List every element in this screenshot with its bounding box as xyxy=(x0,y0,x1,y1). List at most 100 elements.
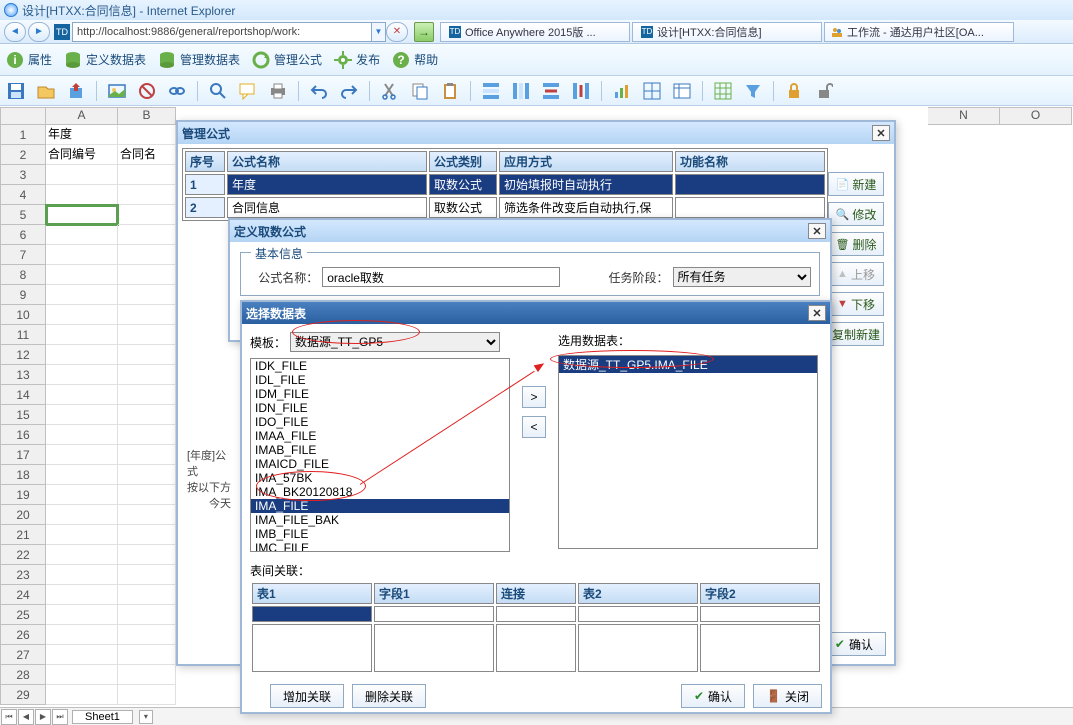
row-header[interactable]: 16 xyxy=(0,425,46,445)
copy-icon[interactable] xyxy=(410,81,430,101)
menu-define-table[interactable]: 定义数据表 xyxy=(64,51,146,69)
close-icon[interactable]: ✕ xyxy=(872,125,890,141)
cell[interactable] xyxy=(46,225,118,245)
cell[interactable] xyxy=(118,245,176,265)
cell[interactable] xyxy=(46,325,118,345)
back-button[interactable]: ◄ xyxy=(4,22,26,42)
list-item[interactable]: IMAA_FILE xyxy=(251,429,509,443)
browser-tab-0[interactable]: TDOffice Anywhere 2015版 ... xyxy=(440,22,630,42)
cell[interactable] xyxy=(118,125,176,145)
url-input[interactable] xyxy=(72,22,372,42)
cell[interactable] xyxy=(118,225,176,245)
cell[interactable] xyxy=(46,585,118,605)
row-header[interactable]: 28 xyxy=(0,665,46,685)
search-icon[interactable] xyxy=(208,81,228,101)
col-header-N[interactable]: N xyxy=(928,107,1000,125)
relation-grid[interactable]: 表1 字段1 连接 表2 字段2 xyxy=(250,581,822,674)
cell[interactable] xyxy=(46,685,118,705)
cell[interactable] xyxy=(118,585,176,605)
row-header[interactable]: 10 xyxy=(0,305,46,325)
cell[interactable] xyxy=(46,625,118,645)
cell[interactable] xyxy=(118,325,176,345)
cell[interactable]: 合同名 xyxy=(118,145,176,165)
filter-icon[interactable] xyxy=(743,81,763,101)
available-tables-list[interactable]: IDK_FILEIDL_FILEIDM_FILEIDN_FILEIDO_FILE… xyxy=(250,358,510,552)
cell[interactable] xyxy=(46,525,118,545)
list-item[interactable]: IMAICD_FILE xyxy=(251,457,509,471)
browser-tab-1[interactable]: TD设计[HTXX:合同信息] xyxy=(632,22,822,42)
row-header[interactable]: 27 xyxy=(0,645,46,665)
row-header[interactable]: 6 xyxy=(0,225,46,245)
list-item[interactable]: IMC_FILE xyxy=(251,541,509,552)
cell[interactable] xyxy=(46,185,118,205)
row-header[interactable]: 13 xyxy=(0,365,46,385)
cell[interactable] xyxy=(46,645,118,665)
sheet-nav-first[interactable]: ⏮ xyxy=(1,709,17,725)
list-item[interactable]: IMA_FILE_BAK xyxy=(251,513,509,527)
cell[interactable] xyxy=(46,365,118,385)
cell[interactable] xyxy=(118,465,176,485)
paste-icon[interactable] xyxy=(440,81,460,101)
cell[interactable] xyxy=(46,285,118,305)
browser-tab-2[interactable]: 工作流 - 通达用户社区[OA... xyxy=(824,22,1014,42)
cell[interactable] xyxy=(46,465,118,485)
dialog-titlebar[interactable]: 管理公式 ✕ xyxy=(178,122,894,144)
row-header[interactable]: 8 xyxy=(0,265,46,285)
row-header[interactable]: 12 xyxy=(0,345,46,365)
sheet-tab-menu[interactable]: ▾ xyxy=(139,710,153,724)
menu-properties[interactable]: i属性 xyxy=(6,51,52,69)
dialog-titlebar[interactable]: 选择数据表 ✕ xyxy=(242,302,830,324)
sheet-nav-next[interactable]: ▶ xyxy=(35,709,51,725)
formula-name-input[interactable] xyxy=(322,267,559,287)
row-header[interactable]: 14 xyxy=(0,385,46,405)
cell[interactable] xyxy=(118,625,176,645)
grid-row[interactable]: 1 年度 取数公式 初始填报时自动执行 xyxy=(185,174,825,195)
row-header[interactable]: 15 xyxy=(0,405,46,425)
moveup-button[interactable]: ▲上移 xyxy=(828,262,884,286)
cell[interactable] xyxy=(46,545,118,565)
cell[interactable]: 合同编号 xyxy=(46,145,118,165)
relation-row[interactable] xyxy=(252,624,820,672)
row-header[interactable]: 2 xyxy=(0,145,46,165)
cell[interactable] xyxy=(118,385,176,405)
delete-button[interactable]: 🗑删除 xyxy=(828,232,884,256)
redo-icon[interactable] xyxy=(339,81,359,101)
url-dropdown[interactable]: ▼ xyxy=(372,22,386,42)
list-item[interactable]: IMA_BK20120818 xyxy=(251,485,509,499)
cell[interactable] xyxy=(118,205,176,225)
cell[interactable] xyxy=(118,445,176,465)
template-select[interactable]: 数据源_TT_GP5 xyxy=(290,332,500,352)
cell[interactable] xyxy=(118,285,176,305)
cell[interactable] xyxy=(118,645,176,665)
col-header-A[interactable]: A xyxy=(46,107,118,125)
list-item[interactable]: IMB_FILE xyxy=(251,527,509,541)
col-header-B[interactable]: B xyxy=(118,107,176,125)
row-header[interactable]: 4 xyxy=(0,185,46,205)
cell[interactable] xyxy=(118,525,176,545)
list-item[interactable]: IMAB_FILE xyxy=(251,443,509,457)
cell[interactable] xyxy=(118,505,176,525)
insert-col-icon[interactable] xyxy=(511,81,531,101)
cell[interactable] xyxy=(46,485,118,505)
row-header[interactable]: 24 xyxy=(0,585,46,605)
row-header[interactable]: 20 xyxy=(0,505,46,525)
cell[interactable] xyxy=(118,365,176,385)
row-header[interactable]: 26 xyxy=(0,625,46,645)
unlock-icon[interactable] xyxy=(814,81,834,101)
grid-row[interactable]: 2 合同信息 取数公式 筛选条件改变后自动执行,保 xyxy=(185,197,825,218)
row-header[interactable]: 1 xyxy=(0,125,46,145)
cell[interactable] xyxy=(46,405,118,425)
delete-col-icon[interactable] xyxy=(571,81,591,101)
close-button[interactable]: 🚪关闭 xyxy=(753,684,822,708)
comment-icon[interactable] xyxy=(238,81,258,101)
image-icon[interactable] xyxy=(107,81,127,101)
cell[interactable] xyxy=(118,165,176,185)
select-all-corner[interactable] xyxy=(0,107,46,125)
lock-icon[interactable] xyxy=(784,81,804,101)
undo-icon[interactable] xyxy=(309,81,329,101)
cell[interactable] xyxy=(46,385,118,405)
form-icon[interactable] xyxy=(672,81,692,101)
row-header[interactable]: 22 xyxy=(0,545,46,565)
relation-row[interactable] xyxy=(252,606,820,622)
row-header[interactable]: 25 xyxy=(0,605,46,625)
